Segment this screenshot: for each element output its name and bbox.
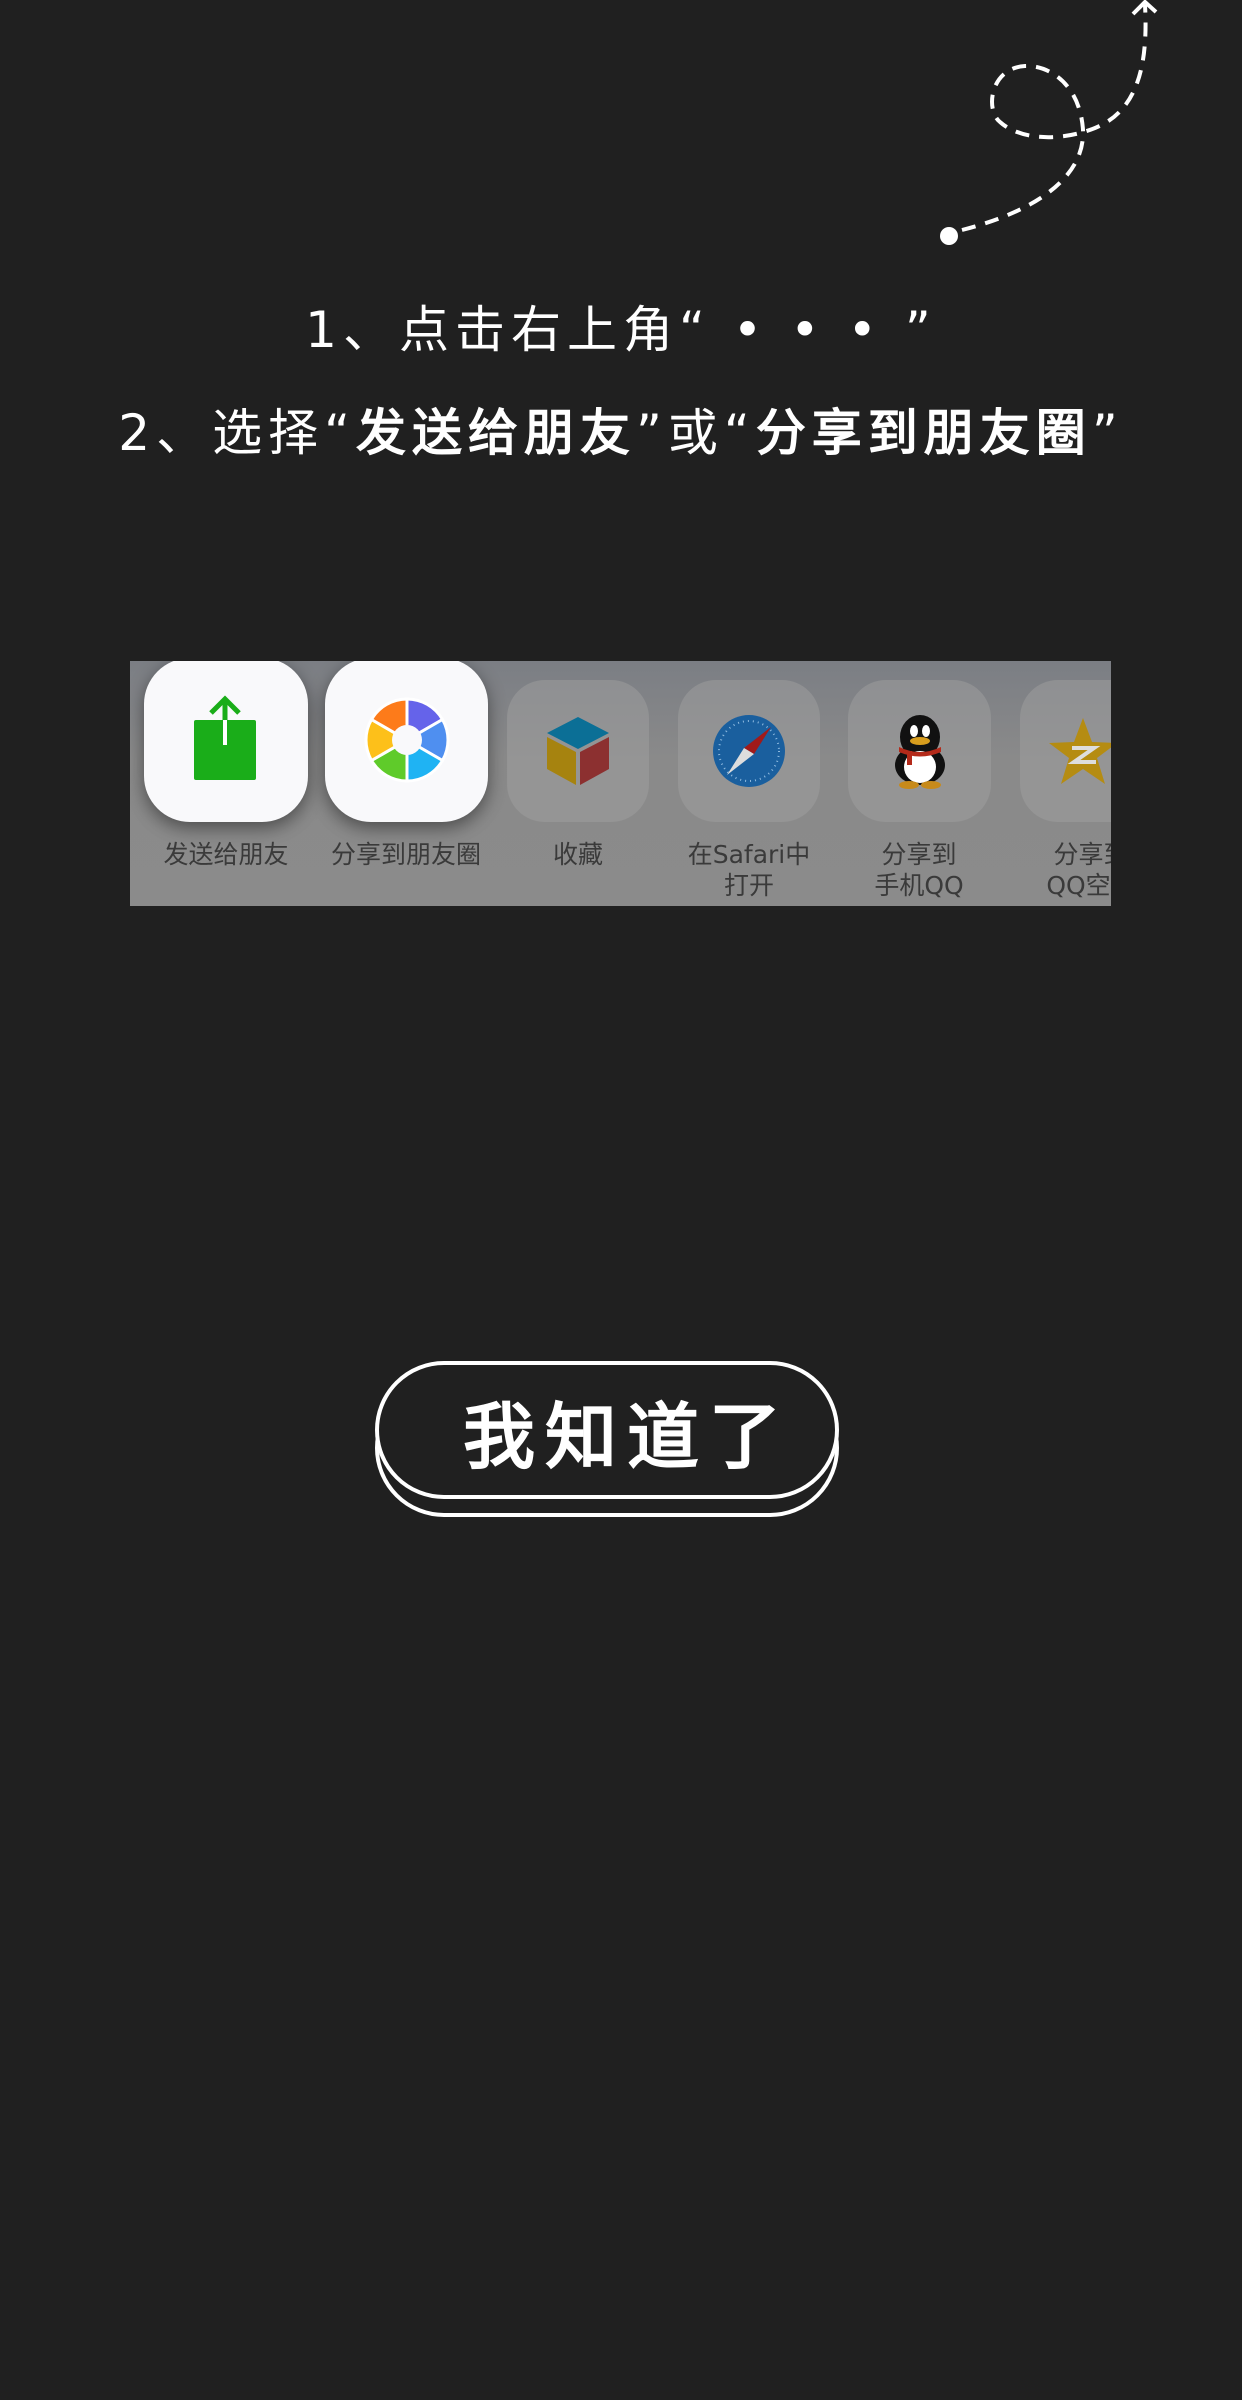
share-upload-icon — [194, 695, 256, 780]
step2-option-send-to-friend: 发送给朋友 — [356, 404, 636, 462]
dashed-arrow-pointing-to-menu-icon — [940, 0, 1158, 245]
share-label: 分享到朋友圈 — [330, 840, 481, 869]
qzone-star-icon — [1049, 718, 1111, 784]
share-label-line2: 打开 — [723, 871, 774, 900]
share-item-qq — [848, 680, 991, 822]
instruction-step-2: 2、选择“发送给朋友”或“分享到朋友圈” — [0, 393, 1242, 465]
step2-middle: ”或“ — [636, 404, 756, 462]
share-label: 在Safari中 打开 — [653, 839, 845, 901]
share-panel-illustration: 发送给朋友 分享到朋友圈 收藏 在Safari中打开 分享到手机QQ 分享到QQ — [130, 661, 1111, 906]
share-item-safari — [678, 680, 820, 822]
got-it-button[interactable]: 我知道了 — [375, 1361, 839, 1499]
share-label: 分享到QQ空间 — [995, 839, 1111, 901]
share-label-line2: QQ空间 — [1046, 871, 1111, 900]
share-item-qzone — [1020, 680, 1111, 822]
share-label: 收藏 — [552, 840, 603, 869]
got-it-button-label: 我知道了 — [462, 1394, 791, 1479]
safari-compass-icon — [713, 715, 785, 787]
moments-aperture-icon — [364, 697, 449, 783]
share-label: 分享到 手机QQ — [823, 839, 1015, 901]
share-label-line1: 分享到 — [881, 840, 957, 869]
share-label-line1: 分享到 — [1053, 840, 1111, 869]
step2-option-share-moments: 分享到朋友圈 — [755, 404, 1092, 462]
share-label: 发送给朋友 — [163, 840, 289, 869]
share-label-line1: 在Safari中 — [687, 840, 811, 869]
step2-prefix: 2、选择“ — [118, 404, 356, 462]
favorite-cube-icon — [547, 717, 609, 785]
step2-suffix: ” — [1091, 404, 1124, 462]
share-item-moments — [325, 661, 488, 822]
share-label-line2: 手机QQ — [874, 871, 964, 900]
share-item-send-to-friend — [144, 661, 308, 822]
share-item-favorite — [507, 680, 649, 822]
qq-penguin-icon — [894, 715, 945, 789]
instruction-step-1: 1、点击右上角“ • • • ” — [305, 301, 937, 359]
